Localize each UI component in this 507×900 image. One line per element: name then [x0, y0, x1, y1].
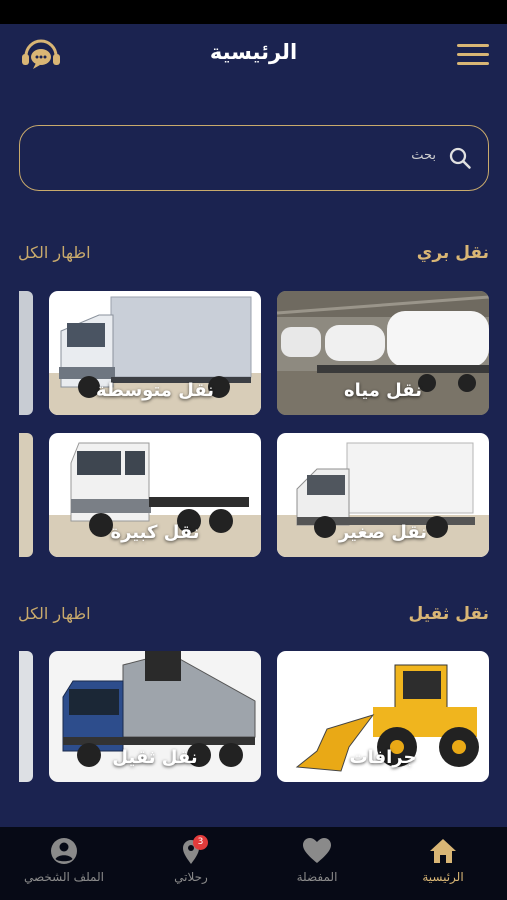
tab-my-trips[interactable]: 3 رحلاتي — [141, 835, 241, 884]
show-all-heavy-transport-link[interactable]: اظهار الكل — [18, 604, 91, 623]
card-peek[interactable] — [19, 433, 33, 557]
hamburger-menu-button[interactable] — [457, 44, 489, 70]
card-heavy-transport[interactable]: نقل ثقيل — [49, 651, 261, 782]
tab-label: المفضلة — [296, 870, 338, 884]
trips-count-badge: 3 — [193, 835, 208, 850]
bottom-tab-bar: الرئيسية المفضلة 3 رحلاتي الملف الشخصي — [0, 827, 507, 900]
card-label: نقل ثقيل — [112, 747, 198, 768]
tab-label: رحلاتي — [174, 870, 208, 884]
tab-home[interactable]: الرئيسية — [393, 837, 493, 884]
card-small-transport[interactable]: نقل صغير — [277, 433, 489, 557]
tab-label: الملف الشخصي — [24, 870, 104, 884]
tab-favorites[interactable]: المفضلة — [267, 837, 367, 884]
card-label: جرافات — [349, 747, 417, 768]
user-icon — [51, 838, 77, 864]
card-peek[interactable] — [19, 651, 33, 782]
search-bar[interactable] — [19, 125, 489, 191]
menu-line-icon — [457, 44, 489, 47]
page-title: الرئيسية — [209, 40, 298, 64]
card-label: نقل متوسطة — [96, 380, 214, 401]
section-title-land-transport: نقل بري — [416, 243, 489, 263]
card-label: نقل كبيرة — [110, 522, 200, 543]
tab-profile[interactable]: الملف الشخصي — [14, 837, 114, 884]
section-title-heavy-transport: نقل ثقيل — [408, 604, 489, 624]
card-large-transport[interactable]: نقل كبيرة — [49, 433, 261, 557]
heart-icon — [303, 838, 331, 863]
search-input[interactable] — [56, 148, 436, 163]
card-bulldozers[interactable]: جرافات — [277, 651, 489, 782]
show-all-land-transport-link[interactable]: اظهار الكل — [18, 243, 91, 262]
card-peek[interactable] — [19, 291, 33, 415]
search-icon — [449, 147, 471, 169]
card-label: نقل مياه — [344, 380, 422, 401]
tab-label: الرئيسية — [422, 870, 464, 884]
menu-line-icon — [457, 62, 489, 65]
card-label: نقل صغير — [338, 522, 428, 543]
menu-line-icon — [457, 53, 489, 56]
card-medium-transport[interactable]: نقل متوسطة — [49, 291, 261, 415]
home-icon — [430, 839, 456, 863]
status-bar — [0, 0, 507, 24]
app-header: الرئيسية — [0, 24, 507, 88]
card-water-transport[interactable]: نقل مياه — [277, 291, 489, 415]
